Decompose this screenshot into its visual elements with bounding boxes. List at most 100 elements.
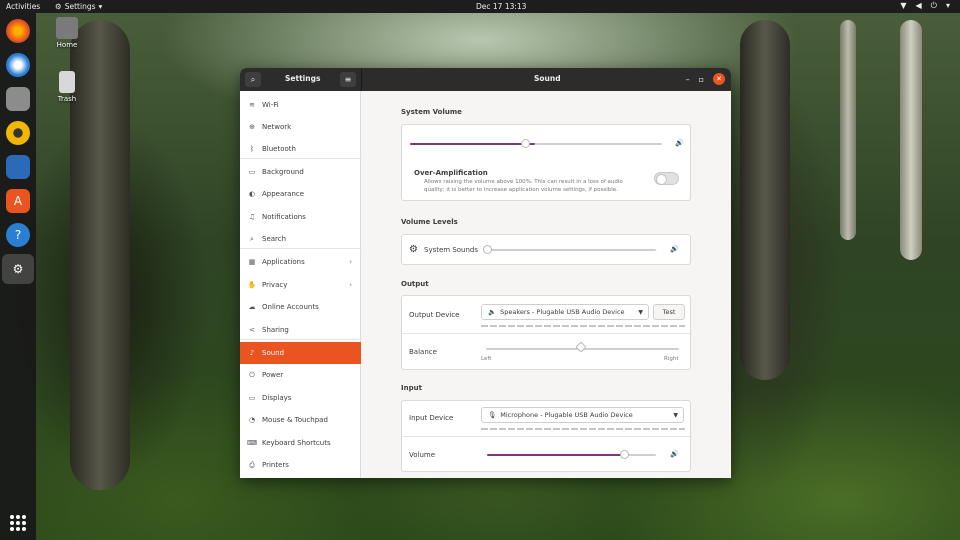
rhythmbox-icon[interactable] xyxy=(6,121,30,145)
desktop-home[interactable]: Home xyxy=(47,17,87,49)
show-applications-icon[interactable] xyxy=(10,515,26,531)
sidebar-item-keyboard-shortcuts[interactable]: ⌨ Keyboard Shortcuts xyxy=(240,432,361,454)
output-level-bar xyxy=(481,325,685,327)
applications-icon: ▦ xyxy=(248,258,256,266)
app-menu[interactable]: ⚙ Settings ▾ xyxy=(55,2,102,11)
sidebar-item-label: Online Accounts xyxy=(262,303,319,311)
sidebar-item-label: Search xyxy=(262,235,287,243)
input-device-value: Microphone - Plugable USB Audio Device xyxy=(500,411,633,419)
chevron-right-icon: › xyxy=(349,281,352,289)
background-icon: ▭ xyxy=(248,168,256,176)
writer-icon[interactable] xyxy=(6,155,30,179)
divider xyxy=(240,339,361,340)
keyboard-icon: ⌨ xyxy=(247,439,258,447)
thunderbird-icon[interactable] xyxy=(6,53,30,77)
top-bar: Activities ⚙ Settings ▾ Dec 17 13:13 ▼ ◀… xyxy=(0,0,960,13)
sidebar-item-label: Sharing xyxy=(262,326,289,334)
sidebar-item-sharing[interactable]: < Sharing xyxy=(240,319,361,341)
bluetooth-icon: ᛒ xyxy=(249,145,255,153)
sidebar-item-power[interactable]: ⏻ Power xyxy=(240,364,361,386)
sidebar-item-label: Appearance xyxy=(262,190,305,198)
system-tray[interactable]: ▼ ◀ ⏻ ▾ xyxy=(900,1,950,11)
sidebar-item-label: Sound xyxy=(262,349,285,357)
sidebar-item-background[interactable]: ▭ Background xyxy=(240,161,361,183)
caret-down-icon: ▾ xyxy=(98,2,103,11)
help-icon[interactable]: ? xyxy=(6,223,30,247)
close-icon[interactable]: ✕ xyxy=(713,73,725,85)
tree-trunk xyxy=(900,20,922,260)
sidebar-item-bluetooth[interactable]: ᛒ Bluetooth xyxy=(240,138,361,160)
output-title: Output xyxy=(401,280,429,288)
app-menu-label: Settings xyxy=(64,2,96,11)
bell-icon: ♫ xyxy=(248,213,256,221)
balance-left-label: Left xyxy=(481,356,492,362)
minimize-icon[interactable]: – xyxy=(686,75,690,84)
output-device-value: Speakers - Plugable USB Audio Device xyxy=(500,308,625,316)
volume-levels-card: ⚙ System Sounds 🔊 xyxy=(401,234,691,265)
home-folder-icon xyxy=(56,17,78,39)
input-device-dropdown[interactable]: 🎙 Microphone - Plugable USB Audio Device… xyxy=(481,407,684,423)
sidebar-title: Settings xyxy=(285,74,321,83)
volume-levels-title: Volume Levels xyxy=(401,218,458,226)
input-card: Input Device 🎙 Microphone - Plugable USB… xyxy=(401,400,692,472)
sidebar-item-wi-fi[interactable]: ≋ Wi-Fi xyxy=(240,94,361,116)
sidebar-item-mouse-touchpad[interactable]: ◔ Mouse & Touchpad xyxy=(240,409,361,431)
sidebar-item-printers[interactable]: ⎙ Printers xyxy=(240,454,361,476)
software-icon[interactable]: A xyxy=(6,189,30,213)
power-icon: ⏻ xyxy=(930,1,937,10)
activities-button[interactable]: Activities xyxy=(6,2,40,11)
microphone-icon: 🎙 xyxy=(488,411,497,419)
settings-icon[interactable]: ⚙ xyxy=(2,254,34,284)
test-button[interactable]: Test xyxy=(653,304,685,320)
input-volume-knob[interactable] xyxy=(620,450,629,459)
music-note-icon: ♪ xyxy=(249,349,255,357)
sidebar-item-appearance[interactable]: ◐ Appearance xyxy=(240,183,361,205)
divider xyxy=(240,248,361,249)
system-sounds-knob[interactable] xyxy=(483,245,492,254)
clock[interactable]: Dec 17 13:13 xyxy=(476,2,526,11)
desktop-trash[interactable]: Trash xyxy=(47,71,87,103)
sidebar-item-sound[interactable]: ♪ Sound xyxy=(240,342,361,364)
sharing-icon: < xyxy=(249,326,255,334)
dock: A ? ⚙ xyxy=(0,13,36,540)
firefox-icon[interactable] xyxy=(6,19,30,43)
speaker-icon: 🔈 xyxy=(488,308,497,316)
wifi-icon: ≋ xyxy=(249,101,255,109)
trash-icon xyxy=(59,71,75,93)
sidebar-item-applications[interactable]: ▦ Applications › xyxy=(240,251,361,273)
input-volume-label: Volume xyxy=(409,451,436,459)
system-sounds-slider[interactable] xyxy=(487,249,656,251)
printer-icon: ⎙ xyxy=(249,460,255,469)
over-amplification-label: Over-Amplification xyxy=(414,169,488,177)
output-device-dropdown[interactable]: 🔈 Speakers - Plugable USB Audio Device ▼ xyxy=(481,304,649,320)
wifi-icon: ▼ xyxy=(900,1,907,10)
sidebar-item-displays[interactable]: ▭ Displays xyxy=(240,387,361,409)
sidebar-item-search[interactable]: ⌕ Search xyxy=(240,228,361,250)
over-amplification-toggle[interactable] xyxy=(654,172,679,185)
online-accounts-icon: ☁ xyxy=(248,303,256,311)
maximize-icon[interactable]: ▫ xyxy=(699,75,704,84)
sidebar-item-notifications[interactable]: ♫ Notifications xyxy=(240,206,361,228)
sidebar-item-label: Network xyxy=(262,123,292,131)
sidebar-item-online-accounts[interactable]: ☁ Online Accounts xyxy=(240,296,361,318)
window-controls: – ▫ ✕ xyxy=(686,73,725,85)
system-volume-knob[interactable] xyxy=(521,139,530,148)
sidebar-item-label: Background xyxy=(262,168,304,176)
sidebar-item-privacy[interactable]: ✋ Privacy › xyxy=(240,274,361,296)
files-icon[interactable] xyxy=(6,87,30,111)
power-icon: ⏻ xyxy=(249,370,255,379)
settings-window: ⌕ Settings ≡ Sound – ▫ ✕ ≋ Wi-Fi ⊕ Network ᛒ… xyxy=(240,68,731,478)
balance-knob[interactable] xyxy=(575,341,587,353)
balance-right-label: Right xyxy=(664,356,679,362)
sidebar-item-label: Notifications xyxy=(262,213,306,221)
system-sounds-icon: ⚙ xyxy=(409,244,418,255)
sidebar-item-label: Applications xyxy=(262,258,305,266)
search-button[interactable]: ⌕ xyxy=(245,72,261,87)
system-volume-card: 🔊 Over-Amplification Allows raising the … xyxy=(401,124,691,201)
sidebar-item-network[interactable]: ⊕ Network xyxy=(240,116,361,138)
sound-panel: System Volume 🔊 Over-Amplification Allow… xyxy=(362,91,731,478)
hamburger-icon: ≡ xyxy=(344,75,352,84)
sidebar-item-label: Displays xyxy=(262,394,292,402)
volume-icon: 🔊 xyxy=(670,450,679,458)
menu-button[interactable]: ≡ xyxy=(340,72,356,87)
